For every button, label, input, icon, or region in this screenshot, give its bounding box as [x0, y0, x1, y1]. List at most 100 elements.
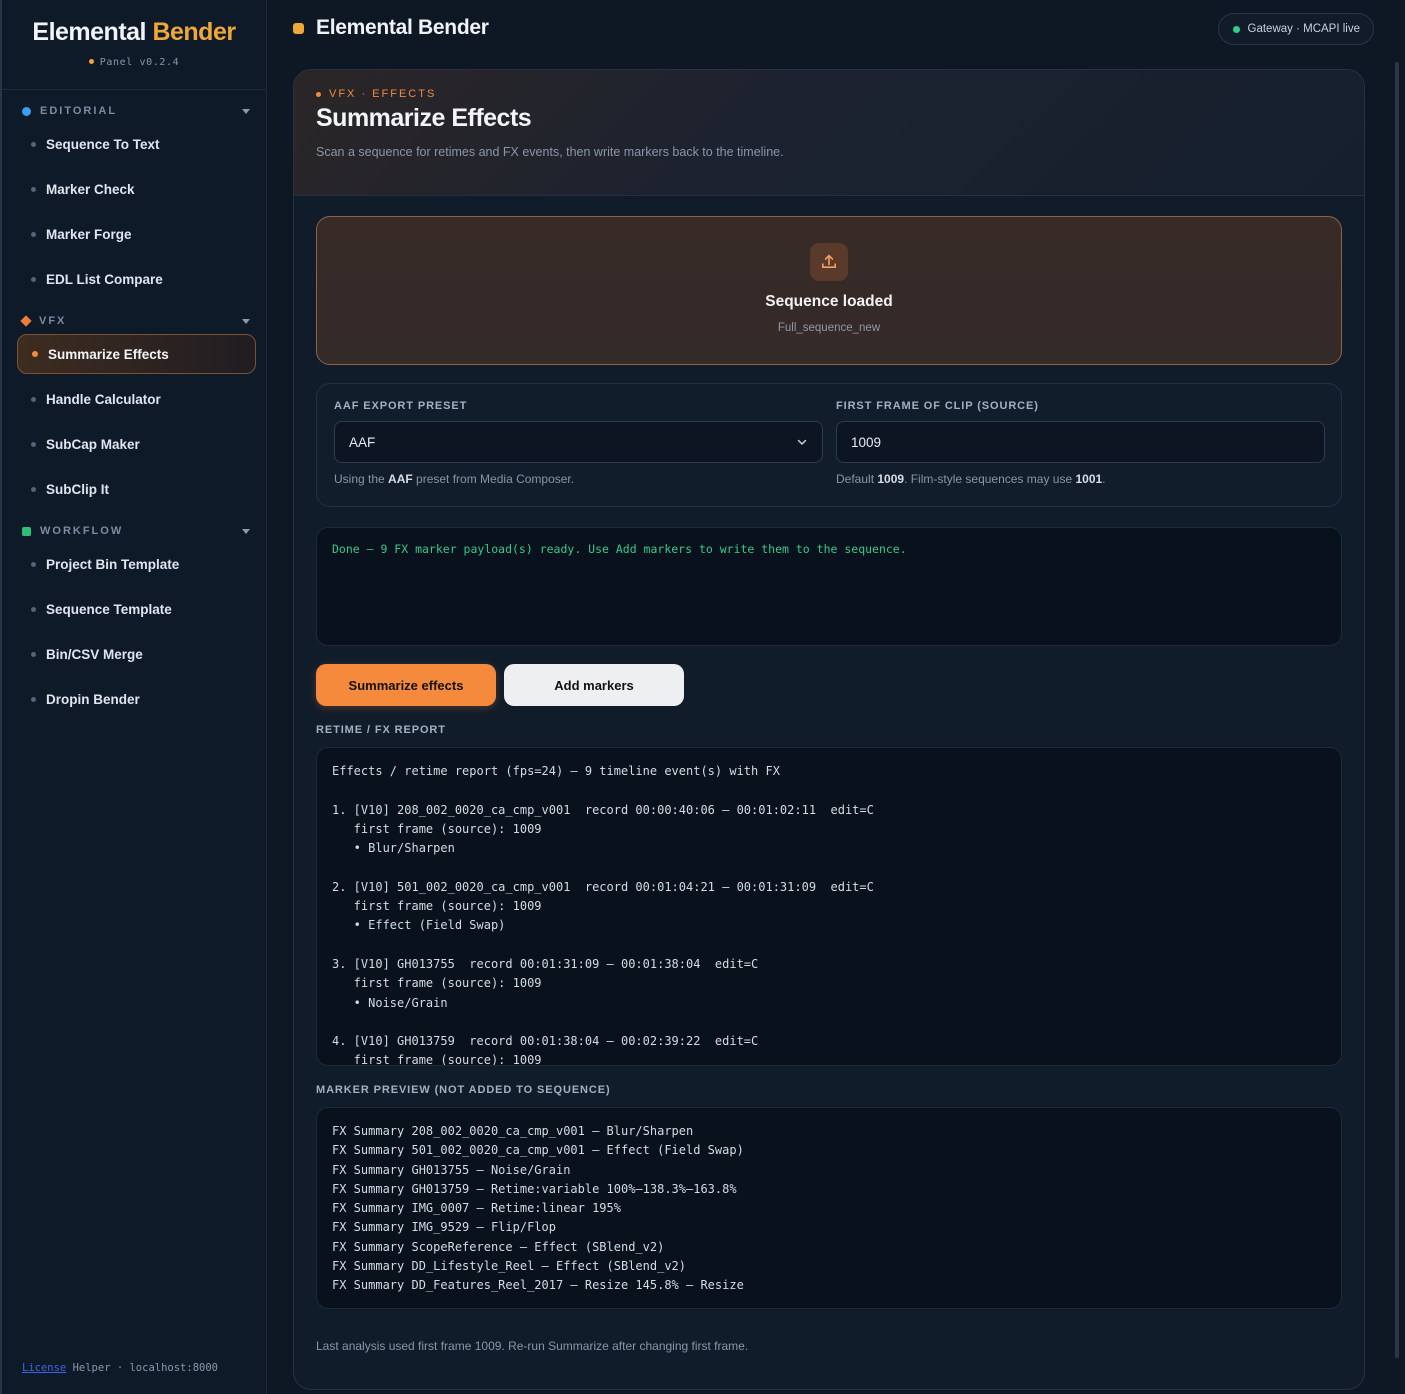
bullet-icon	[32, 351, 38, 357]
sidebar-item-handle-calculator[interactable]: Handle Calculator	[17, 379, 256, 419]
sidebar-item-edl-list-compare[interactable]: EDL List Compare	[17, 259, 256, 299]
sidebar-item-sequence-template[interactable]: Sequence Template	[17, 589, 256, 629]
marker-line: FX Summary DD_Features_Reel_2017 — Resiz…	[332, 1278, 744, 1293]
section-header-vfx[interactable]: VFX	[20, 311, 250, 331]
first-frame-help: Default 1009. Film-style sequences may u…	[836, 472, 1106, 486]
gateway-status-text: Gateway · MCAPI live	[1247, 23, 1360, 35]
report-line: first frame (source): 1009	[332, 821, 542, 836]
sidebar: Elemental Bender Panel v0.2.4 EDITORIAL …	[0, 0, 267, 1394]
upload-icon	[810, 243, 848, 281]
first-frame-field: FIRST FRAME OF CLIP (SOURCE) 1009 Defaul…	[836, 400, 1325, 486]
first-frame-label: FIRST FRAME OF CLIP (SOURCE)	[836, 400, 1039, 412]
editorial-circle-icon	[22, 106, 31, 116]
brand-title: Elemental Bender	[2, 18, 266, 47]
sidebar-item-dropin-bender[interactable]: Dropin Bender	[17, 679, 256, 719]
sidebar-item-label: SubClip It	[46, 481, 109, 497]
summarize-effects-button[interactable]: Summarize effects	[316, 664, 496, 706]
marker-preview[interactable]: FX Summary 208_002_0020_ca_cmp_v001 — Bl…	[316, 1107, 1342, 1309]
sidebar-item-subclip-it[interactable]: SubClip It	[17, 469, 256, 509]
first-frame-value: 1009	[851, 434, 882, 450]
analysis-footnote: Last analysis used first frame 1009. Re-…	[316, 1339, 749, 1353]
sidebar-footer: License Helper · localhost:8000	[22, 1362, 218, 1374]
helper-status: Helper · localhost:8000	[72, 1362, 218, 1374]
version-text: Panel v0.2.4	[99, 57, 180, 68]
aaf-preset-label: AAF EXPORT PRESET	[334, 400, 468, 412]
bullet-icon	[31, 231, 36, 237]
sidebar-item-summarize-effects[interactable]: Summarize Effects	[17, 334, 256, 374]
report-line: 4. [V10] GH013759 record 00:01:38:04 — 0…	[332, 1034, 759, 1049]
marker-line: FX Summary 501_002_0020_ca_cmp_v001 — Ef…	[332, 1143, 744, 1158]
marker-line: FX Summary GH013759 — Retime:variable 10…	[332, 1181, 737, 1196]
sidebar-item-marker-forge[interactable]: Marker Forge	[17, 214, 256, 254]
section-header-editorial[interactable]: EDITORIAL	[22, 101, 250, 121]
marker-line: FX Summary DD_Lifestyle_Reel — Effect (S…	[332, 1259, 687, 1274]
panel-header: VFX · EFFECTS Summarize Effects Scan a s…	[294, 70, 1364, 196]
sidebar-item-label: Project Bin Template	[46, 556, 180, 572]
bullet-icon	[31, 276, 36, 282]
report-line: 1. [V10] 208_002_0020_ca_cmp_v001 record…	[332, 802, 874, 817]
sidebar-item-label: Marker Forge	[46, 226, 132, 242]
section-header-workflow[interactable]: WORKFLOW	[22, 521, 250, 541]
report-line: first frame (source): 1009	[332, 1053, 542, 1066]
report-line	[332, 858, 1326, 877]
workflow-square-icon	[22, 526, 31, 536]
version-label: Panel v0.2.4	[2, 57, 266, 68]
brand-title-accent: Bender	[152, 18, 236, 46]
marker-line: FX Summary IMG_9529 — Flip/Flop	[332, 1220, 556, 1235]
sidebar-item-label: Sequence To Text	[46, 136, 160, 152]
report-line: Effects / retime report (fps=24) — 9 tim…	[332, 764, 780, 778]
page-description: Scan a sequence for retimes and FX event…	[316, 145, 784, 159]
marker-line: FX Summary IMG_0007 — Retime:linear 195%	[332, 1201, 621, 1216]
report-line: • Blur/Sharpen	[332, 841, 455, 856]
header: Elemental Bender	[293, 16, 489, 40]
dropzone-title: Sequence loaded	[765, 293, 893, 310]
report-line: • Effect (Field Swap)	[332, 918, 506, 933]
sidebar-item-label: Summarize Effects	[48, 346, 169, 362]
chevron-down-icon	[797, 439, 807, 445]
sidebar-item-label: Dropin Bender	[46, 691, 140, 707]
add-markers-button[interactable]: Add markers	[504, 664, 684, 706]
breadcrumb-dot-icon	[316, 91, 321, 97]
first-frame-input[interactable]: 1009	[836, 421, 1325, 463]
sidebar-item-subcap-maker[interactable]: SubCap Maker	[17, 424, 256, 464]
sidebar-item-label: Bin/CSV Merge	[46, 646, 143, 662]
bullet-icon	[31, 561, 36, 567]
scrollbar[interactable]	[1395, 62, 1399, 1358]
report-line: 2. [V10] 501_002_0020_ca_cmp_v001 record…	[332, 879, 874, 894]
settings-card: AAF EXPORT PRESET AAF Using the AAF pres…	[316, 383, 1342, 507]
sidebar-item-sequence-to-text[interactable]: Sequence To Text	[17, 124, 256, 164]
sidebar-item-label: Sequence Template	[46, 601, 172, 617]
sequence-dropzone[interactable]: Sequence loaded Full_sequence_new	[316, 216, 1342, 365]
status-dot-icon	[1232, 25, 1240, 33]
sidebar-item-bin-csv-merge[interactable]: Bin/CSV Merge	[17, 634, 256, 674]
breadcrumb: VFX · EFFECTS	[316, 88, 1342, 100]
section-label: VFX	[39, 315, 67, 327]
chevron-down-icon	[242, 108, 250, 114]
bullet-icon	[31, 651, 36, 657]
sidebar-item-project-bin-template[interactable]: Project Bin Template	[17, 544, 256, 584]
header-title: Elemental Bender	[316, 16, 489, 39]
sidebar-item-label: SubCap Maker	[46, 436, 140, 452]
marker-preview-label: MARKER PREVIEW (NOT ADDED TO SEQUENCE)	[316, 1084, 611, 1096]
marker-line: FX Summary 208_002_0020_ca_cmp_v001 — Bl…	[332, 1124, 694, 1138]
sidebar-item-label: Handle Calculator	[46, 391, 161, 407]
bullet-icon	[31, 696, 36, 702]
license-link[interactable]: License	[22, 1362, 66, 1374]
report-line	[332, 1013, 1326, 1032]
report-line	[332, 781, 1326, 800]
marker-line: FX Summary GH013755 — Noise/Grain	[332, 1162, 571, 1177]
report-line: first frame (source): 1009	[332, 976, 542, 991]
bullet-icon	[31, 396, 36, 402]
vfx-diamond-icon	[20, 315, 32, 327]
aaf-preset-select[interactable]: AAF	[334, 421, 823, 463]
report-line: first frame (source): 1009	[332, 899, 542, 914]
bullet-icon	[31, 141, 36, 147]
brand-title-main: Elemental	[32, 18, 146, 46]
sidebar-item-marker-check[interactable]: Marker Check	[17, 169, 256, 209]
fx-report[interactable]: Effects / retime report (fps=24) — 9 tim…	[316, 747, 1342, 1066]
marker-line: FX Summary ScopeReference — Effect (SBle…	[332, 1239, 665, 1254]
gateway-status-badge: Gateway · MCAPI live	[1217, 13, 1374, 45]
report-line: • Noise/Grain	[332, 995, 448, 1010]
breadcrumb-text: VFX · EFFECTS	[329, 88, 437, 100]
report-section-label: RETIME / FX REPORT	[316, 724, 446, 736]
